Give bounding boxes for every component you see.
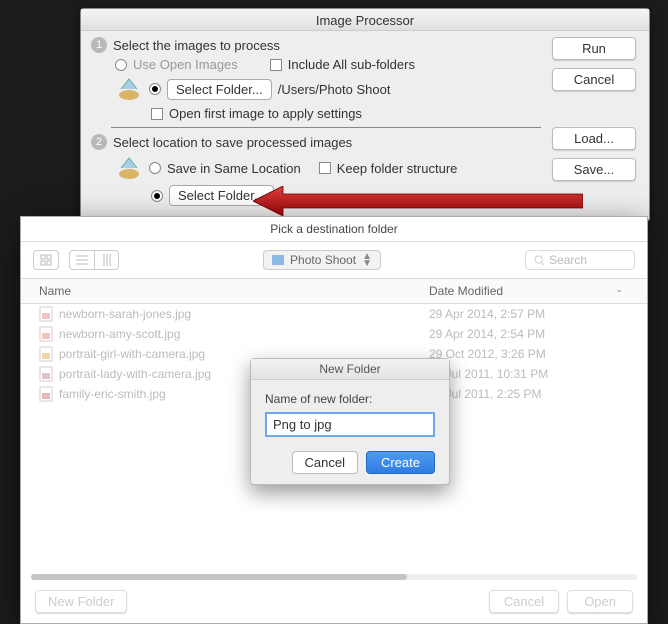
image-processor-window: Image Processor 1 Select the images to p… — [80, 8, 650, 222]
image-file-icon — [39, 386, 53, 402]
keep-folder-structure-label: Keep folder structure — [337, 161, 458, 176]
image-file-icon — [39, 306, 53, 322]
chevron-down-icon: ⌄ — [615, 284, 623, 298]
search-icon — [534, 255, 545, 266]
icon-view-icon[interactable] — [34, 251, 58, 269]
photoshop-folder-icon — [115, 75, 143, 103]
image-file-icon — [39, 366, 53, 382]
use-open-images-row: Use Open Images Include All sub-folders — [115, 57, 541, 72]
save-same-location-label: Save in Same Location — [167, 161, 301, 176]
modal-label: Name of new folder: — [265, 392, 435, 406]
select-folder-row-2: Select Folder... — [151, 185, 541, 206]
select-folder-button-2[interactable]: Select Folder... — [169, 185, 274, 206]
radio-select-folder-2[interactable] — [151, 190, 163, 202]
chevron-updown-icon: ▲▼ — [362, 253, 372, 267]
radio-select-folder-1[interactable] — [149, 83, 161, 95]
list-item[interactable]: newborn-sarah-jones.jpg 29 Apr 2014, 2:5… — [21, 304, 647, 324]
select-folder-button-1[interactable]: Select Folder... — [167, 79, 272, 100]
save-button[interactable]: Save... — [552, 158, 636, 181]
path-dropdown[interactable]: Photo Shoot ▲▼ — [263, 250, 381, 270]
view-toggle-list[interactable] — [69, 250, 119, 270]
image-file-icon — [39, 326, 53, 342]
modal-create-button[interactable]: Create — [366, 451, 435, 474]
step-2-badge: 2 — [91, 134, 107, 150]
load-button[interactable]: Load... — [552, 127, 636, 150]
modal-title: New Folder — [251, 359, 449, 380]
list-item[interactable]: newborn-amy-scott.jpg 29 Apr 2014, 2:54 … — [21, 324, 647, 344]
checkbox-keep-folder-structure[interactable] — [319, 162, 331, 174]
step-1-label: Select the images to process — [113, 38, 280, 53]
radio-use-open-images[interactable] — [115, 59, 127, 71]
include-subfolders-label: Include All sub-folders — [288, 57, 415, 72]
open-first-image-row: Open first image to apply settings — [151, 106, 541, 121]
select-folder-row-1: Select Folder... /Users/Photo Shoot — [115, 75, 541, 103]
save-location-row: Save in Same Location Keep folder struct… — [115, 154, 541, 182]
new-folder-button[interactable]: New Folder — [35, 590, 127, 613]
ip-title: Image Processor — [81, 9, 649, 31]
search-placeholder: Search — [549, 253, 587, 267]
cancel-button[interactable]: Cancel — [552, 68, 636, 91]
step-1-badge: 1 — [91, 37, 107, 53]
new-folder-dialog: New Folder Name of new folder: Cancel Cr… — [250, 358, 450, 485]
horizontal-scrollbar[interactable] — [31, 574, 637, 580]
column-view-icon[interactable] — [94, 251, 118, 269]
use-open-images-label: Use Open Images — [133, 57, 238, 72]
modal-cancel-button[interactable]: Cancel — [292, 451, 358, 474]
checkbox-open-first-image[interactable] — [151, 108, 163, 120]
search-input[interactable]: Search — [525, 250, 635, 270]
finder-cancel-button[interactable]: Cancel — [489, 590, 559, 613]
photoshop-folder-icon-2 — [115, 154, 143, 182]
section-divider — [111, 127, 541, 128]
step-2-header: 2 Select location to save processed imag… — [91, 134, 541, 150]
path-label: Photo Shoot — [290, 253, 356, 267]
radio-save-same-location[interactable] — [149, 162, 161, 174]
new-folder-name-input[interactable] — [265, 412, 435, 437]
open-button[interactable]: Open — [567, 590, 633, 613]
step-1-header: 1 Select the images to process — [91, 37, 541, 53]
view-toggle-icon-grid[interactable] — [33, 250, 59, 270]
column-header-date[interactable]: Date Modified ⌄ — [429, 284, 629, 298]
open-first-image-label: Open first image to apply settings — [169, 106, 362, 121]
run-button[interactable]: Run — [552, 37, 636, 60]
column-header-name[interactable]: Name — [39, 284, 429, 298]
list-view-icon[interactable] — [70, 251, 94, 269]
folder-icon — [272, 255, 284, 265]
folder-path-label: /Users/Photo Shoot — [278, 82, 391, 97]
step-2-label: Select location to save processed images — [113, 135, 352, 150]
image-file-icon — [39, 346, 53, 362]
finder-title: Pick a destination folder — [21, 217, 647, 242]
checkbox-include-subfolders[interactable] — [270, 59, 282, 71]
